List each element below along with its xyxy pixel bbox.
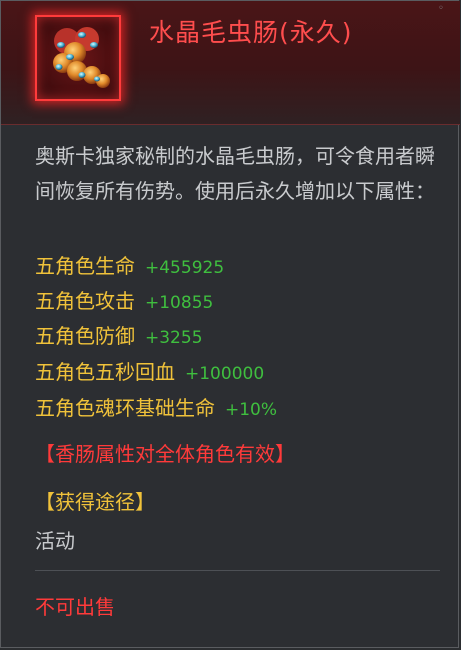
item-icon-frame[interactable] xyxy=(35,15,121,101)
crystal-caterpillar-sausage-icon xyxy=(53,27,110,88)
stat-row: 五角色生命 +455925 xyxy=(35,250,224,280)
tooltip-header: 水晶毛虫肠(永久) ◦ xyxy=(1,1,460,125)
stat-name: 五角色五秒回血 xyxy=(35,360,175,384)
stat-name: 五角色生命 xyxy=(35,254,135,278)
stat-row: 五角色五秒回血 +100000 xyxy=(35,356,264,386)
stat-value: +3255 xyxy=(145,328,203,348)
item-tooltip: 水晶毛虫肠(永久) ◦ 奥斯卡独家秘制的水晶毛虫肠，可令食用者瞬间恢复所有伤势。… xyxy=(0,0,460,648)
item-description: 奥斯卡独家秘制的水晶毛虫肠，可令食用者瞬间恢复所有伤势。使用后永久增加以下属性： xyxy=(35,144,435,203)
stat-value: +10% xyxy=(225,400,278,420)
stat-name: 五角色防御 xyxy=(35,324,135,348)
stat-row: 五角色攻击 +10855 xyxy=(35,285,213,315)
source-heading: 【获得途径】 xyxy=(35,490,155,514)
sell-status: 不可出售 xyxy=(35,595,115,619)
stat-row: 五角色魂环基础生命 +10% xyxy=(35,392,277,422)
stat-value: +100000 xyxy=(185,364,265,384)
corner-ornament-icon: ◦ xyxy=(438,3,444,14)
stat-value: +10855 xyxy=(145,293,214,313)
stat-name: 五角色魂环基础生命 xyxy=(35,396,215,420)
source-value: 活动 xyxy=(35,529,75,553)
divider xyxy=(35,570,440,571)
stat-value: +455925 xyxy=(145,258,225,278)
effect-note: 【香肠属性对全体角色有效】 xyxy=(35,442,295,466)
stat-row: 五角色防御 +3255 xyxy=(35,320,203,350)
item-title: 水晶毛虫肠(永久) xyxy=(149,18,353,47)
stat-name: 五角色攻击 xyxy=(35,289,135,313)
